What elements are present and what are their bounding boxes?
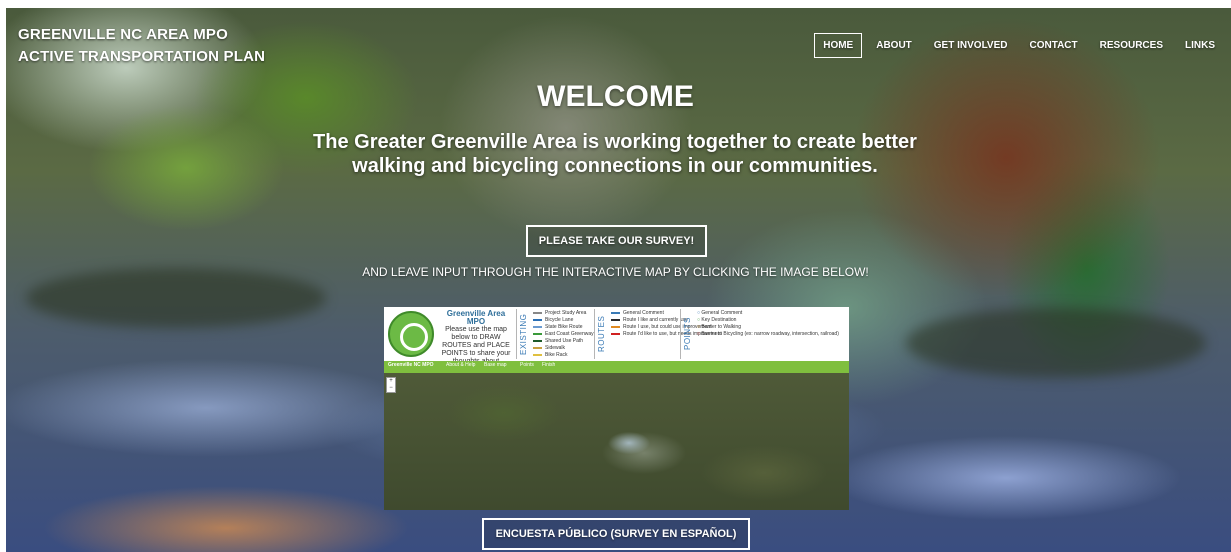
legend-swatch xyxy=(533,332,542,335)
legend-item: East Coast Greenway xyxy=(533,331,594,338)
map-header: Greenville Area MPO Please use the map b… xyxy=(384,307,849,381)
legend-swatch xyxy=(611,332,620,335)
map-nav-item[interactable]: About & Help xyxy=(446,362,475,368)
legend-swatch xyxy=(611,325,620,328)
legend-routes-label: ROUTES xyxy=(597,315,606,353)
legend-item: ○ Key Destination xyxy=(697,317,737,323)
zoom-control-icon[interactable]: + − xyxy=(386,377,396,393)
map-nav-item[interactable]: Base map xyxy=(484,362,507,368)
map-nav-item[interactable]: Finish xyxy=(542,362,555,368)
interactive-map-image[interactable]: Greenville Area MPO Please use the map b… xyxy=(384,307,849,510)
legend-item: Bicycle Lane xyxy=(533,317,594,324)
legend-swatch xyxy=(533,318,542,321)
main-nav: HOME ABOUT GET INVOLVED CONTACT RESOURCE… xyxy=(808,33,1223,58)
satellite-map[interactable]: + − xyxy=(384,373,849,510)
nav-get-involved[interactable]: GET INVOLVED xyxy=(926,34,1016,57)
map-nav-bar: Greenville NC MPO About & Help Base map … xyxy=(384,361,849,373)
legend-item: ○ Barrier to Bicycling (ex: narrow roadw… xyxy=(697,331,839,337)
survey-button[interactable]: PLEASE TAKE OUR SURVEY! xyxy=(526,225,707,257)
legend-item: Project Study Area xyxy=(533,310,594,317)
map-nav-item[interactable]: Points xyxy=(520,362,534,368)
nav-links[interactable]: LINKS xyxy=(1177,34,1223,57)
map-brand-title: Greenville Area MPO xyxy=(446,309,506,326)
welcome-heading: WELCOME xyxy=(537,80,694,113)
mpo-logo-icon xyxy=(388,311,434,357)
legend-swatch xyxy=(533,325,542,328)
nav-contact[interactable]: CONTACT xyxy=(1022,34,1086,57)
site-title-line2: ACTIVE TRANSPORTATION PLAN xyxy=(18,48,266,65)
legend-item: Bike Rack xyxy=(533,352,594,359)
map-nav-item[interactable]: Greenville NC MPO xyxy=(388,362,434,368)
legend-existing-list: Project Study Area Bicycle Lane State Bi… xyxy=(533,310,594,359)
legend-swatch xyxy=(611,311,620,314)
legend-swatch xyxy=(533,339,542,342)
legend-item: ○ Barrier to Walking xyxy=(697,324,741,330)
nav-resources[interactable]: RESOURCES xyxy=(1092,34,1171,57)
legend-existing: EXISTING Project Study Area Bicycle Lane… xyxy=(516,309,594,359)
legend-routes: ROUTES General Comment Route I like and … xyxy=(594,309,722,359)
hero-tagline: The Greater Greenville Area is working t… xyxy=(313,131,917,177)
spanish-survey-button[interactable]: ENCUESTA PÚBLICO (SURVEY EN ESPAÑOL) xyxy=(482,518,750,550)
legend-item: State Bike Route xyxy=(533,324,594,331)
tree-shadow xyxy=(906,308,1206,378)
legend-item: Shared Use Path xyxy=(533,338,594,345)
legend-swatch xyxy=(533,311,542,314)
legend-item: Sidewalk xyxy=(533,345,594,352)
legend-swatch xyxy=(611,318,620,321)
legend-swatch xyxy=(533,346,542,349)
legend-points-list: ○ General Comment ○ Key Destination ○ Ba… xyxy=(697,310,839,338)
legend-swatch xyxy=(533,353,542,356)
legend-points: POINTS ○ General Comment ○ Key Destinati… xyxy=(680,309,839,359)
nav-home[interactable]: HOME xyxy=(814,33,863,58)
site-title-line1: GREENVILLE NC AREA MPO xyxy=(18,26,228,43)
legend-existing-label: EXISTING xyxy=(519,313,528,355)
nav-about[interactable]: ABOUT xyxy=(868,34,920,57)
map-instruction: AND LEAVE INPUT THROUGH THE INTERACTIVE … xyxy=(362,265,869,279)
site-title[interactable]: GREENVILLE NC AREA MPO ACTIVE TRANSPORTA… xyxy=(18,24,265,68)
legend-points-label: POINTS xyxy=(683,317,692,351)
legend-item: ○ General Comment xyxy=(697,310,743,316)
